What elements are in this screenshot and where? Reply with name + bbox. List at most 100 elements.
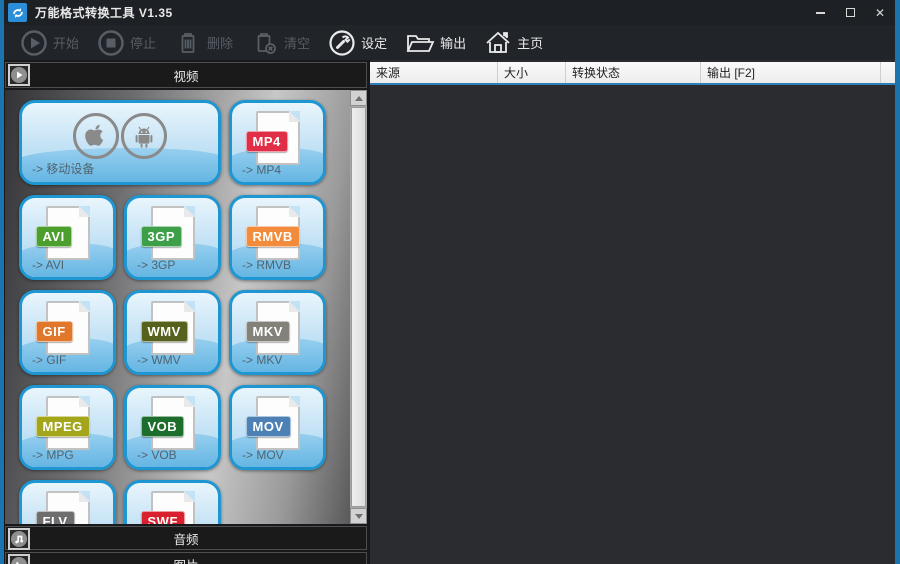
home-button[interactable]: 主页 <box>480 28 547 58</box>
format-button-rmvb[interactable]: RMVB -> RMVB <box>229 195 326 280</box>
music-note-icon <box>8 528 30 550</box>
format-button-wmv[interactable]: WMV -> WMV <box>124 290 221 375</box>
format-badge: 3GP <box>140 226 183 247</box>
format-badge: FLV <box>35 511 75 524</box>
file-icon: MPEG <box>35 396 90 450</box>
column-size[interactable]: 大小 <box>498 62 566 83</box>
close-button[interactable]: ✕ <box>865 0 895 25</box>
column-source[interactable]: 来源 <box>370 62 498 83</box>
apple-icon <box>73 113 119 159</box>
format-grid-viewport: -> 移动设备 MP4 -> MP4 AVI -> AVI 3GP -> 3GP… <box>5 90 367 524</box>
format-badge: RMVB <box>245 226 300 247</box>
home-icon <box>484 30 512 56</box>
format-label: -> WMV <box>137 353 181 367</box>
format-label: -> 移动设备 <box>32 162 95 176</box>
scroll-thumb[interactable] <box>351 107 366 507</box>
trash-clear-icon <box>251 29 279 57</box>
play-icon <box>8 64 30 86</box>
list-header: 来源 大小 转换状态 输出 [F2] <box>370 62 895 85</box>
format-badge: AVI <box>35 226 72 247</box>
app-window: 万能格式转换工具 V1.35 ✕ 开始 停止 删除 清空 设定 输出 主页 视频… <box>0 0 900 564</box>
tab-image[interactable]: 图片 <box>5 552 367 564</box>
conversion-list[interactable] <box>370 85 895 564</box>
file-icon: RMVB <box>245 206 300 260</box>
settings-label: 设定 <box>361 36 388 51</box>
format-badge: SWF <box>140 511 185 524</box>
clear-label: 清空 <box>284 36 311 51</box>
column-output[interactable]: 输出 [F2] <box>701 62 881 83</box>
conversion-panel: 来源 大小 转换状态 输出 [F2] <box>370 60 895 564</box>
format-label: -> VOB <box>137 448 177 462</box>
tab-video[interactable]: 视频 <box>5 62 367 88</box>
window-border-left <box>0 0 4 564</box>
picture-icon <box>8 554 30 564</box>
file-icon: VOB <box>140 396 195 450</box>
format-label: -> RMVB <box>242 258 292 272</box>
format-badge: VOB <box>140 416 185 437</box>
output-label: 输出 <box>440 36 467 51</box>
sidebar-scrollbar[interactable] <box>350 90 367 524</box>
settings-button[interactable]: 设定 <box>324 27 391 59</box>
tab-audio-label: 音频 <box>173 532 199 547</box>
trash-icon <box>174 29 202 57</box>
delete-button[interactable]: 删除 <box>170 27 237 59</box>
home-label: 主页 <box>517 36 544 51</box>
column-status[interactable]: 转换状态 <box>566 62 701 83</box>
mobile-os-icons <box>73 113 167 159</box>
format-button-vob[interactable]: VOB -> VOB <box>124 385 221 470</box>
clear-button[interactable]: 清空 <box>247 27 314 59</box>
format-button-swf[interactable]: SWF -> SWF <box>124 480 221 524</box>
window-border-right <box>895 0 900 564</box>
android-icon <box>121 113 167 159</box>
app-sync-icon <box>8 3 27 22</box>
format-button-flv[interactable]: FLV -> FLV <box>19 480 116 524</box>
format-badge: MOV <box>245 416 291 437</box>
format-label: -> GIF <box>32 353 67 367</box>
window-title: 万能格式转换工具 V1.35 <box>35 6 173 20</box>
window-controls: ✕ <box>805 0 895 25</box>
scroll-up-button[interactable] <box>350 90 367 106</box>
play-circle-icon <box>20 29 48 57</box>
file-icon: GIF <box>35 301 90 355</box>
stop-circle-icon <box>97 29 125 57</box>
format-button-avi[interactable]: AVI -> AVI <box>19 195 116 280</box>
file-icon: MKV <box>245 301 300 355</box>
format-sidebar: 视频 -> 移动设备 MP4 -> MP4 AVI -> AVI 3GP -> … <box>4 60 368 564</box>
titlebar: 万能格式转换工具 V1.35 ✕ <box>4 0 895 25</box>
folder-icon <box>405 30 435 56</box>
minimize-button[interactable] <box>805 0 835 25</box>
tab-video-label: 视频 <box>173 69 199 84</box>
format-button-mkv[interactable]: MKV -> MKV <box>229 290 326 375</box>
format-button-mov[interactable]: MOV -> MOV <box>229 385 326 470</box>
output-button[interactable]: 输出 <box>401 28 470 58</box>
maximize-button[interactable] <box>835 0 865 25</box>
file-icon: MOV <box>245 396 300 450</box>
start-label: 开始 <box>53 36 80 51</box>
tab-audio[interactable]: 音频 <box>5 526 367 550</box>
file-icon: FLV <box>35 491 90 524</box>
format-button-mp4[interactable]: MP4 -> MP4 <box>229 100 326 185</box>
format-badge: MP4 <box>245 131 288 152</box>
format-button-gif[interactable]: GIF -> GIF <box>19 290 116 375</box>
scroll-down-button[interactable] <box>350 508 367 524</box>
format-label: -> AVI <box>32 258 65 272</box>
format-button-mobile[interactable]: -> 移动设备 <box>19 100 221 185</box>
format-label: -> MPG <box>32 448 74 462</box>
file-icon: MP4 <box>245 111 300 165</box>
format-button-3gp[interactable]: 3GP -> 3GP <box>124 195 221 280</box>
tab-image-label: 图片 <box>173 555 198 564</box>
file-icon: SWF <box>140 491 195 524</box>
format-button-mpeg[interactable]: MPEG -> MPG <box>19 385 116 470</box>
format-label: -> MOV <box>242 448 284 462</box>
format-label: -> MP4 <box>242 163 282 177</box>
stop-button[interactable]: 停止 <box>93 27 160 59</box>
start-button[interactable]: 开始 <box>16 27 83 59</box>
wrench-circle-icon <box>328 29 356 57</box>
format-badge: WMV <box>140 321 188 342</box>
file-icon: 3GP <box>140 206 195 260</box>
delete-label: 删除 <box>207 36 234 51</box>
file-icon: AVI <box>35 206 90 260</box>
format-badge: MKV <box>245 321 290 342</box>
toolbar: 开始 停止 删除 清空 设定 输出 主页 <box>4 25 895 60</box>
format-badge: GIF <box>35 321 73 342</box>
